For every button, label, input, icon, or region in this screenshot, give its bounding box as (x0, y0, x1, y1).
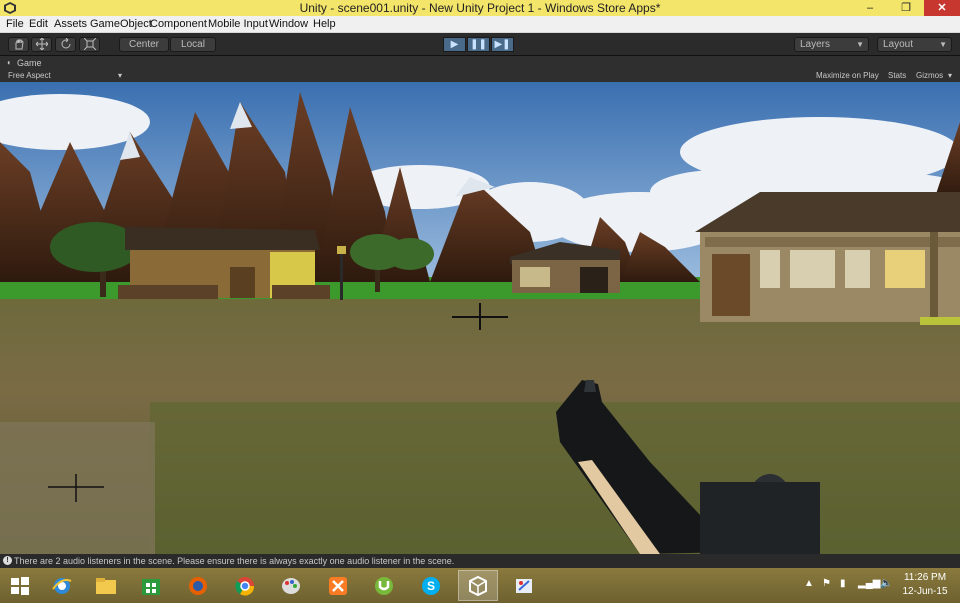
step-button[interactable]: ▶❚ (491, 37, 514, 52)
network-icon[interactable]: ▂▄▆ (858, 578, 880, 589)
gizmos-dropdown[interactable]: Gizmos (916, 71, 943, 80)
chevron-down-icon: ▼ (856, 40, 864, 49)
internet-explorer-icon[interactable] (42, 570, 82, 601)
info-icon: ! (3, 556, 12, 565)
svg-text:S: S (427, 579, 435, 593)
aspect-dropdown[interactable]: Free Aspect (8, 71, 51, 80)
lamp-post (340, 252, 343, 300)
minimap-overlay (0, 422, 155, 554)
xampp-icon[interactable] (318, 570, 358, 601)
window-title: Unity - scene001.unity - New Unity Proje… (299, 1, 661, 15)
volume-icon[interactable]: 🔈 (880, 578, 892, 589)
firefox-icon[interactable] (178, 570, 218, 601)
hand-tool-button[interactable] (8, 37, 29, 52)
windows-taskbar: S ▲ ⚑ ▮ ▂▄▆ 🔈 11:26 PM 12-Jun-15 (0, 568, 960, 603)
store-icon[interactable] (131, 570, 171, 601)
clock-date[interactable]: 12-Jun-15 (900, 586, 950, 597)
layout-dropdown[interactable]: Layout ▼ (877, 37, 952, 52)
menu-help[interactable]: Help (313, 18, 336, 30)
flag-icon[interactable]: ⚑ (822, 578, 831, 589)
pivot-center-label: Center (128, 39, 159, 50)
menu-bar: File Edit Assets GameObject Component Mo… (0, 16, 960, 33)
chrome-icon[interactable] (225, 570, 265, 601)
step-icon: ▶❚ (494, 39, 511, 50)
chevron-down-icon: ▼ (939, 40, 947, 49)
close-button[interactable]: ✕ (924, 0, 960, 16)
move-tool-button[interactable] (31, 37, 52, 52)
restore-button[interactable]: ❐ (888, 0, 924, 16)
menu-mobile-input[interactable]: Mobile Input (208, 18, 268, 30)
layers-dropdown[interactable]: Layers ▼ (794, 37, 869, 52)
windows-start-icon[interactable] (0, 570, 40, 601)
console-message: There are 2 audio listeners in the scene… (14, 556, 455, 566)
menu-component[interactable]: Component (150, 18, 207, 30)
window-title-bar: Unity - scene001.unity - New Unity Proje… (0, 0, 960, 16)
toolbar: Center Local ▶ ❚❚ ▶❚ Layers ▼ Layout ▼ (0, 33, 960, 56)
right-building (695, 192, 960, 325)
paint-net-icon[interactable] (504, 570, 544, 601)
layers-label: Layers (800, 39, 831, 50)
skype-icon[interactable]: S (411, 570, 451, 601)
menu-file[interactable]: File (6, 18, 24, 30)
pivot-local-button[interactable]: Local (170, 37, 216, 52)
chevron-down-icon: ▾ (118, 71, 123, 80)
unity-icon[interactable] (458, 570, 498, 601)
hand-icon (15, 39, 24, 50)
clock-time[interactable]: 11:26 PM (900, 572, 950, 583)
pause-icon: ❚❚ (470, 39, 487, 50)
pivot-local-label: Local (181, 39, 205, 50)
play-button[interactable]: ▶ (443, 37, 466, 52)
pivot-center-button[interactable]: Center (119, 37, 169, 52)
maximize-on-play-toggle[interactable]: Maximize on Play (816, 71, 879, 80)
menu-assets[interactable]: Assets (54, 18, 87, 30)
utorrent-icon[interactable] (364, 570, 404, 601)
pause-button[interactable]: ❚❚ (467, 37, 490, 52)
left-house (118, 227, 330, 299)
move-icon (35, 37, 48, 51)
game-scene (0, 82, 960, 554)
minimize-button[interactable]: ‒ (852, 0, 888, 16)
scale-tool-button[interactable] (79, 37, 100, 52)
stats-toggle[interactable]: Stats (888, 71, 906, 80)
menu-gameobject[interactable]: GameObject (90, 18, 152, 30)
menu-edit[interactable]: Edit (29, 18, 48, 30)
console-status-bar[interactable]: ! There are 2 audio listeners in the sce… (0, 554, 960, 568)
rotate-icon (61, 37, 70, 49)
rotate-tool-button[interactable] (55, 37, 76, 52)
battery-icon[interactable]: ▮ (840, 578, 846, 589)
paint-icon[interactable] (271, 570, 311, 601)
chevron-down-icon: ▾ (948, 71, 953, 80)
scale-icon (83, 37, 96, 51)
game-tab-icon: ◐ (7, 58, 12, 67)
play-icon: ▶ (450, 39, 459, 50)
layout-label: Layout (883, 39, 914, 50)
game-view-header: ◐ Game Free Aspect ▾ Maximize on Play St… (0, 56, 960, 82)
menu-window[interactable]: Window (269, 18, 308, 30)
game-tab[interactable]: Game (17, 58, 42, 68)
file-explorer-icon[interactable] (86, 570, 126, 601)
game-viewport[interactable] (0, 82, 960, 554)
show-hidden-icons[interactable]: ▲ (804, 578, 814, 589)
